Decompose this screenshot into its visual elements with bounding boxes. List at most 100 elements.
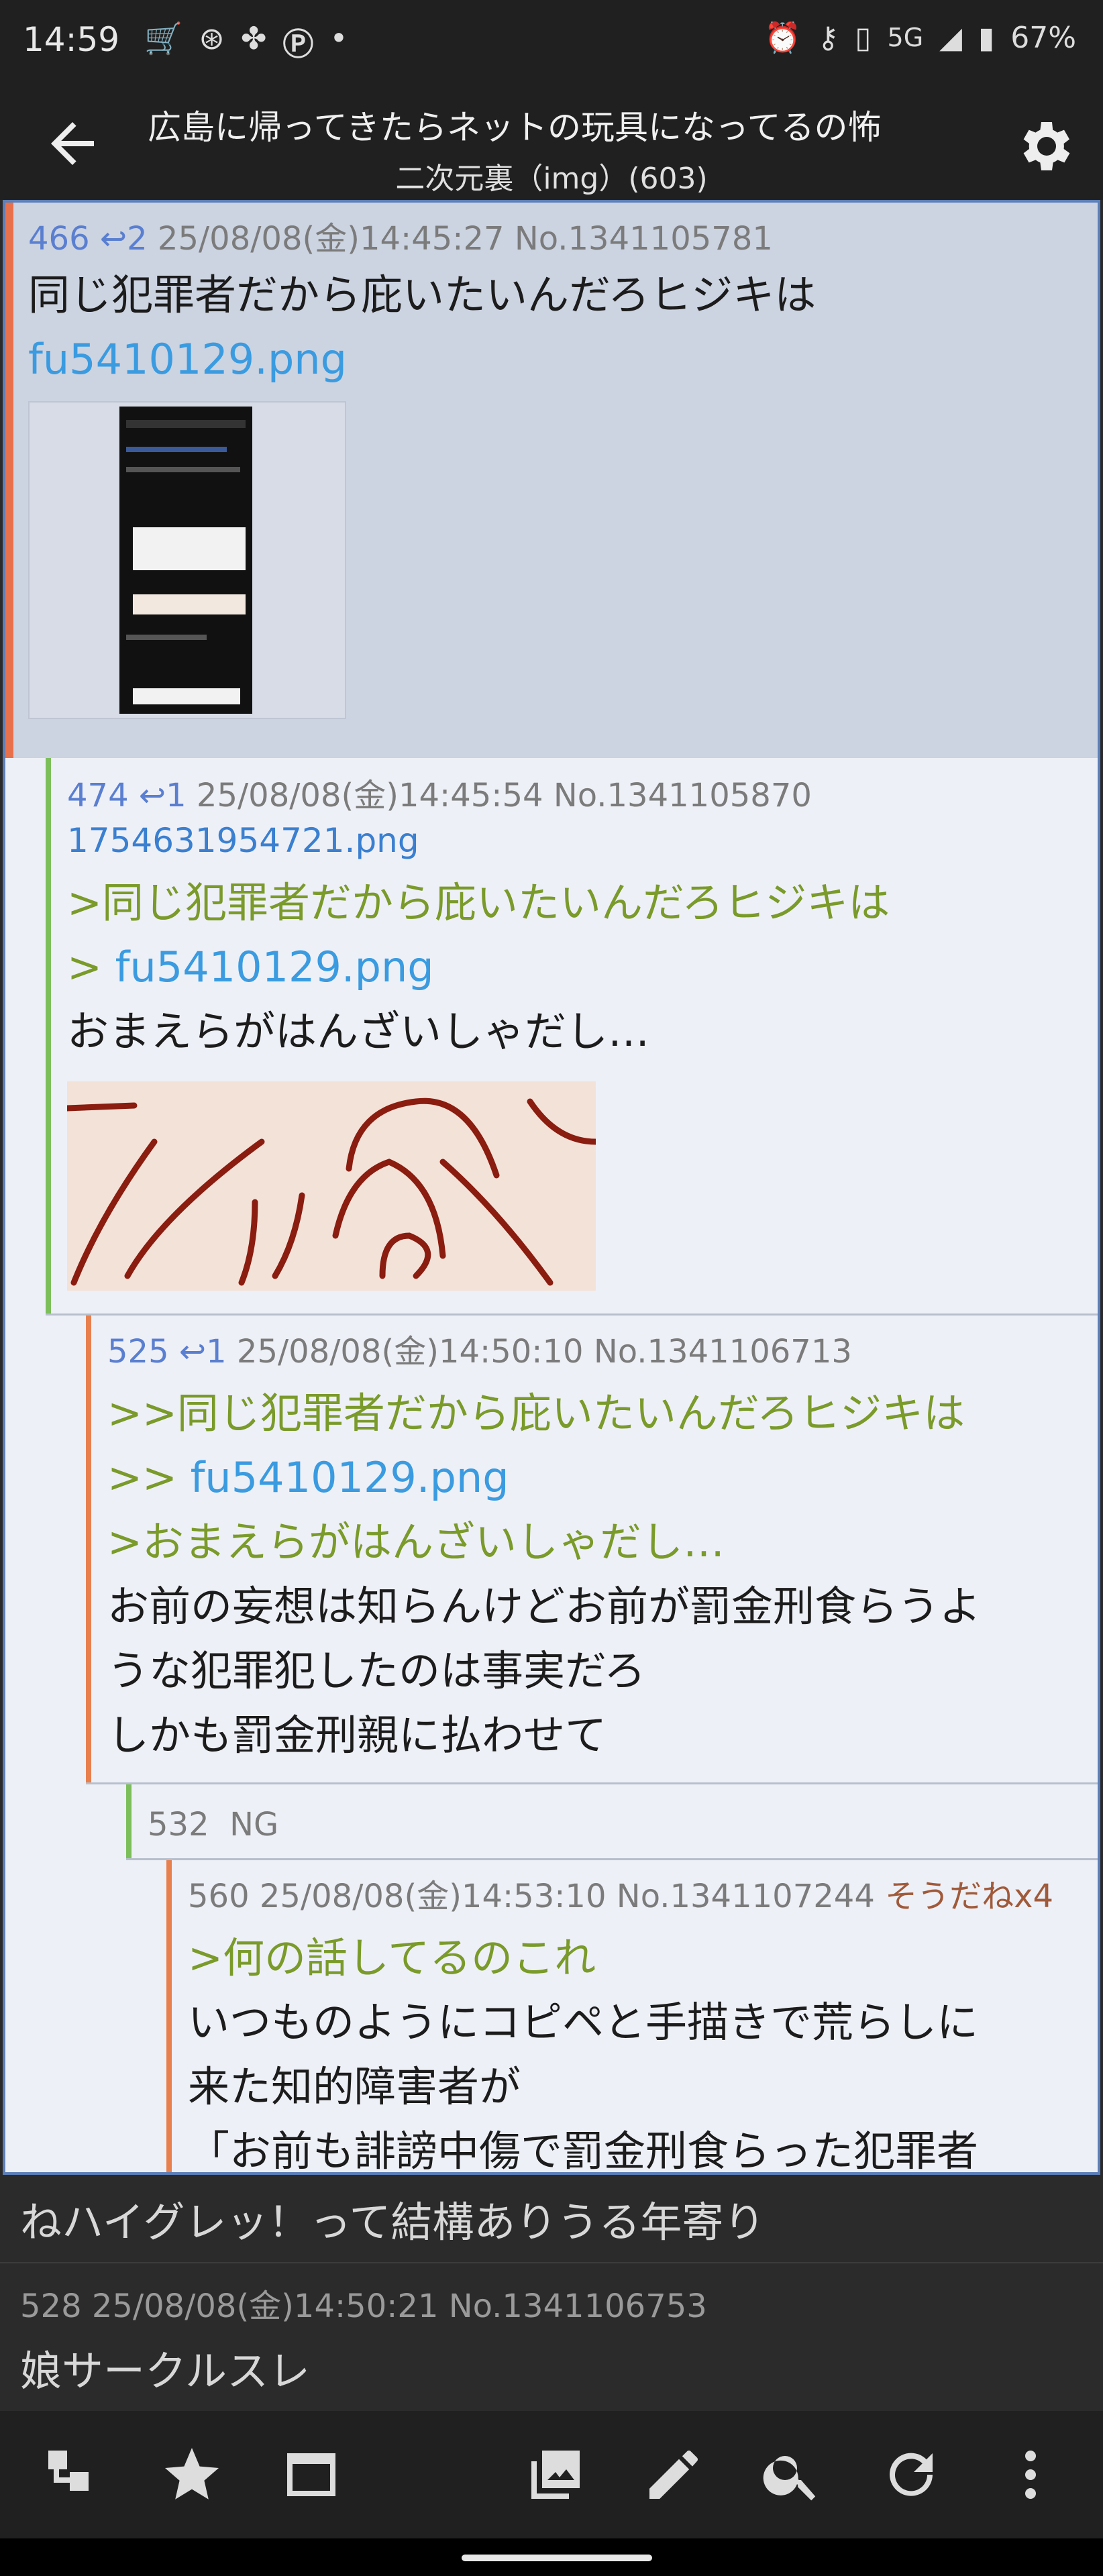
post-number[interactable]: 532 xyxy=(148,1806,209,1843)
app-bar: 広島に帰ってきたらネットの玩具になってるの怖 二次元裏（img）(603) xyxy=(0,87,1103,200)
post-number[interactable]: 474 xyxy=(67,777,129,814)
star-icon xyxy=(165,2448,219,2500)
attachment-filename[interactable]: 1754631954721.png xyxy=(67,817,1098,864)
system-icons: ⏰ ⚷ ▯ 5G ◢ ▮ 67% xyxy=(764,20,1076,56)
quote-line: >おまえらがはんざいしゃだし… xyxy=(107,1517,725,1566)
post-body: >>同じ犯罪者だから庇いたいんだろヒジキは >> fu5410129.png >… xyxy=(107,1381,1098,1768)
post-474[interactable]: 474 ↩1 25/08/08(金)14:45:54 No.1341105870… xyxy=(46,758,1098,1313)
sketch-drawing xyxy=(64,1081,599,1291)
more-icon xyxy=(1025,2451,1036,2499)
thumbnail[interactable] xyxy=(28,401,346,719)
reply-count[interactable]: 2 xyxy=(127,220,148,258)
post-id: No.1341105781 xyxy=(514,220,773,258)
search-icon xyxy=(763,2456,816,2501)
tree-icon xyxy=(48,2451,89,2491)
background-post-header: 528 25/08/08(金)14:50:21 No.1341106753 xyxy=(20,2288,707,2325)
post-id: No.1341107244 xyxy=(616,1878,875,1915)
reply-count[interactable]: 1 xyxy=(166,777,187,814)
signal-icon: ◢ xyxy=(939,20,962,55)
post-header: 525 ↩1 25/08/08(金)14:50:10 No.1341106713 xyxy=(107,1330,1098,1373)
window-icon xyxy=(287,2453,335,2496)
post-line: 「お前も誹謗中傷で罰金刑食らった犯罪者 xyxy=(188,2127,979,2175)
post-line: 同じ犯罪者だから庇いたいんだろヒジキは xyxy=(28,270,817,319)
p-app-icon: Ⓟ xyxy=(282,26,314,62)
edit-icon xyxy=(649,2451,698,2499)
post-body: >何の話してるのこれ いつものようにコピペと手描きで荒らしに 来た知的障害者が … xyxy=(188,1926,1098,2175)
post-line: 来た知的障害者が xyxy=(188,2062,521,2111)
post-header: 466 ↩2 25/08/08(金)14:45:27 No.1341105781 xyxy=(28,217,1098,260)
reply-icon: ↩ xyxy=(89,220,127,258)
post-header: 560 25/08/08(金)14:53:10 No.1341107244 そう… xyxy=(188,1875,1098,1918)
post-line: いつものようにコピペと手描きで荒らしに xyxy=(188,1998,979,2047)
home-gesture-handle[interactable] xyxy=(462,2555,652,2561)
status-time: 14:59 xyxy=(23,20,120,59)
post-number[interactable]: 560 xyxy=(188,1878,250,1915)
quote-line: > fu5410129.png xyxy=(67,935,1098,1000)
post-body: 同じ犯罪者だから庇いたいんだろヒジキは fu5410129.png xyxy=(28,263,1098,392)
quote-line: >何の話してるのこれ xyxy=(188,1933,596,1982)
file-link[interactable]: fu5410129.png xyxy=(115,943,434,991)
gesture-bar xyxy=(0,2538,1103,2576)
quote-prefix: >> xyxy=(107,1453,191,1502)
post-number[interactable]: 466 xyxy=(28,220,90,258)
quote-line: >>同じ犯罪者だから庇いたいんだろヒジキは xyxy=(107,1389,965,1438)
settings-button[interactable] xyxy=(1012,114,1076,178)
quote-prefix: > xyxy=(67,943,115,991)
cart-icon: 🛒 xyxy=(144,20,183,56)
bottom-toolbar xyxy=(0,2411,1103,2538)
reply-count[interactable]: 1 xyxy=(206,1333,227,1371)
ng-label: NG xyxy=(229,1806,279,1843)
post-header: 532 NG xyxy=(132,1784,1098,1846)
gear-icon xyxy=(1023,122,1070,170)
post-line: しかも罰金刑親に払わせて xyxy=(107,1711,607,1760)
edit-button[interactable] xyxy=(641,2443,706,2507)
network-label: 5G xyxy=(887,23,924,52)
more-button[interactable] xyxy=(998,2443,1063,2507)
board-subtitle: 二次元裏（img）(603) xyxy=(395,162,708,196)
reply-icon: ↩ xyxy=(128,777,166,814)
fan-icon: ✤ xyxy=(240,20,267,56)
file-link[interactable]: fu5410129.png xyxy=(28,327,1098,392)
file-link[interactable]: fu5410129.png xyxy=(191,1453,509,1502)
battery-icon: ▮ xyxy=(978,20,995,55)
dot-icon: • xyxy=(329,20,348,56)
search-button[interactable] xyxy=(759,2443,824,2507)
favorite-button[interactable] xyxy=(160,2443,224,2507)
sketch-image[interactable] xyxy=(64,1081,599,1291)
post-532-ng[interactable]: 532 NG xyxy=(126,1784,1098,1858)
post-date: 25/08/08(金)14:45:27 xyxy=(157,220,505,258)
post-body: >同じ犯罪者だから庇いたいんだろヒジキは > fu5410129.png おまえ… xyxy=(67,871,1098,1064)
post-line: おまえらがはんざいしゃだし… xyxy=(67,1007,650,1056)
post-id: No.1341106713 xyxy=(593,1333,852,1371)
post-560[interactable]: 560 25/08/08(金)14:53:10 No.1341107244 そう… xyxy=(166,1860,1098,2175)
divider xyxy=(0,2262,1103,2263)
gallery-icon xyxy=(531,2451,580,2499)
game-icon: ⊛ xyxy=(199,20,225,56)
post-number[interactable]: 525 xyxy=(107,1333,169,1371)
post-525[interactable]: 525 ↩1 25/08/08(金)14:50:10 No.1341106713… xyxy=(86,1316,1098,1782)
post-date: 25/08/08(金)14:53:10 xyxy=(259,1878,607,1915)
reply-tree-popup[interactable]: 466 ↩2 25/08/08(金)14:45:27 No.1341105781… xyxy=(3,200,1100,2175)
refresh-button[interactable] xyxy=(879,2443,943,2507)
post-id: No.1341105870 xyxy=(553,777,812,814)
thread-title: 広島に帰ってきたらネットの玩具になってるの怖 xyxy=(148,108,882,147)
post-header: 474 ↩1 25/08/08(金)14:45:54 No.1341105870 xyxy=(67,774,1098,817)
soudane-button[interactable]: そうだねx4 xyxy=(885,1878,1053,1915)
refresh-icon xyxy=(890,2453,933,2496)
status-bar: 14:59 🛒 ⊛ ✤ Ⓟ • ⏰ ⚷ ▯ 5G ◢ ▮ 67% xyxy=(0,0,1103,87)
notification-icons: 🛒 ⊛ ✤ Ⓟ • xyxy=(144,20,348,64)
screenshot-image xyxy=(119,407,252,714)
post-466[interactable]: 466 ↩2 25/08/08(金)14:45:27 No.1341105781… xyxy=(5,203,1098,758)
background-post-text: ねハイグレッ！って結構ありうる年寄り xyxy=(20,2198,766,2247)
post-date: 25/08/08(金)14:45:54 xyxy=(196,777,543,814)
vibrate-icon: ▯ xyxy=(855,20,872,55)
reply-icon: ↩ xyxy=(168,1333,207,1371)
battery-percent: 67% xyxy=(1010,20,1076,55)
post-date: 25/08/08(金)14:50:10 xyxy=(236,1333,584,1371)
post-line: うな犯罪犯したのは事実だろ xyxy=(107,1646,646,1695)
gallery-button[interactable] xyxy=(523,2443,588,2507)
quote-line: >> fu5410129.png xyxy=(107,1446,1098,1510)
window-button[interactable] xyxy=(279,2443,344,2507)
tree-button[interactable] xyxy=(40,2443,105,2507)
background-post-text: 娘サークルスレ xyxy=(20,2347,311,2396)
